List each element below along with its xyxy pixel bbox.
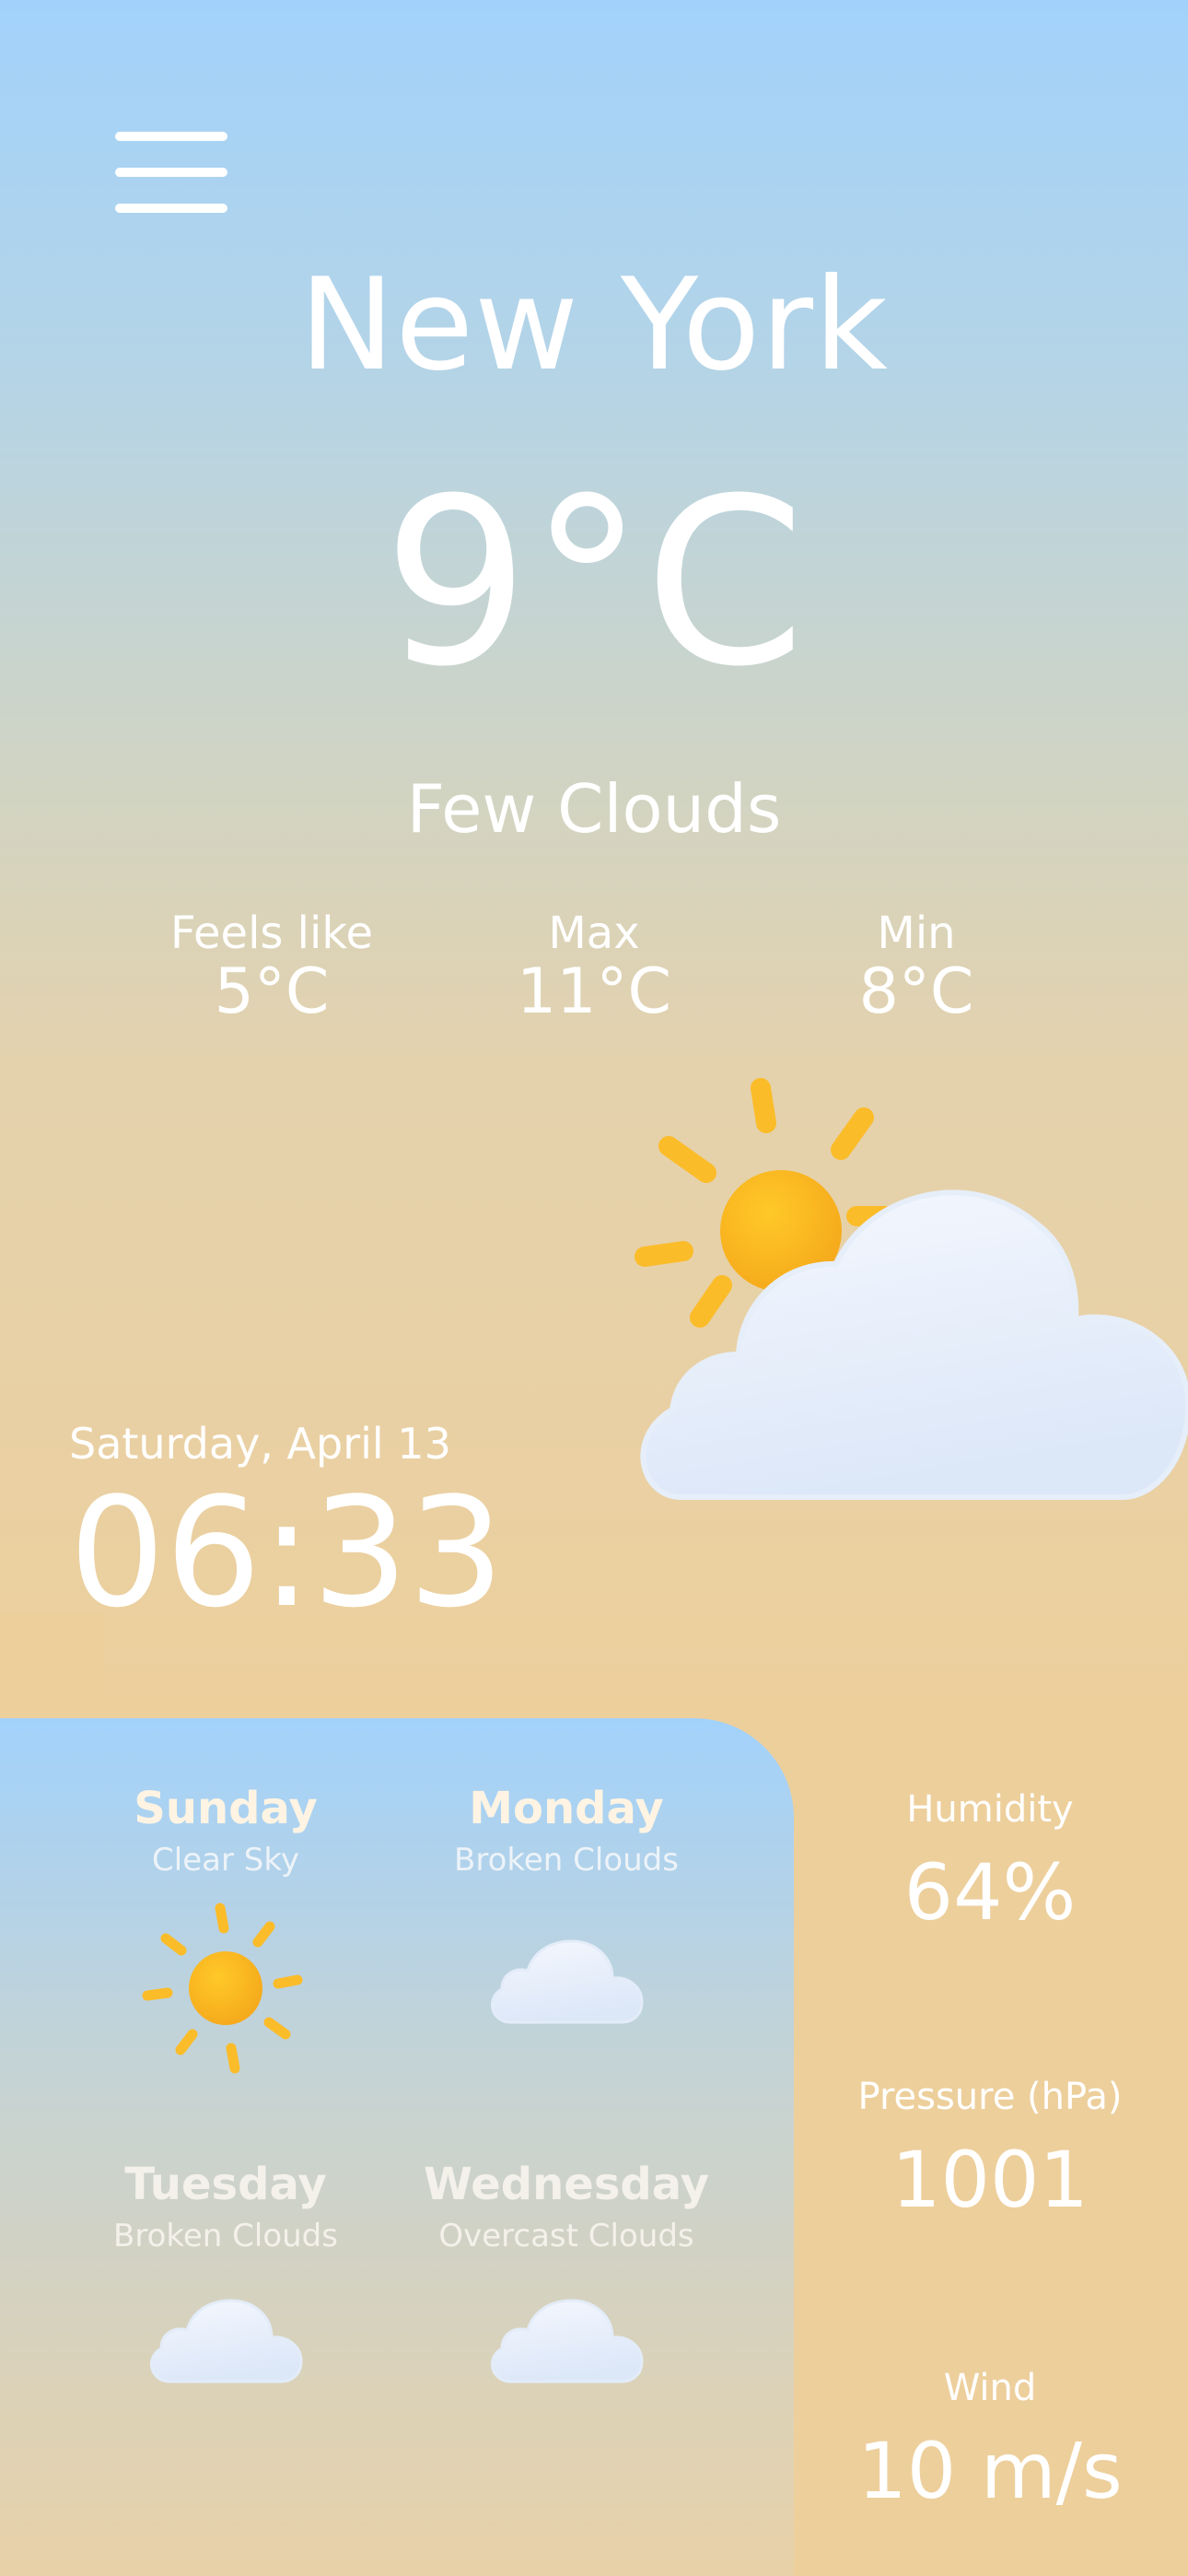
feels-like-label: Feels like <box>170 907 373 959</box>
max-temp-stat: Max 11°C <box>456 907 732 1025</box>
pressure-value: 1001 <box>891 2135 1089 2225</box>
partly-cloudy-icon <box>635 1078 1188 1500</box>
forecast-day-desc: Broken Clouds <box>113 2218 338 2254</box>
forecast-day-monday: Monday Broken Clouds <box>401 1783 732 2055</box>
humidity-metric: Humidity 64% <box>806 1787 1174 1938</box>
min-temp-value: 8°C <box>858 955 974 1028</box>
wind-label: Wind <box>943 2367 1037 2409</box>
feels-like-stat: Feels like 5°C <box>134 907 410 1025</box>
feels-like-value: 5°C <box>214 955 330 1028</box>
pressure-metric: Pressure (hPa) 1001 <box>806 2075 1174 2226</box>
forecast-day-name: Wednesday <box>423 2159 709 2210</box>
forecast-day-name: Sunday <box>134 1783 318 1834</box>
menu-icon[interactable] <box>115 132 227 213</box>
min-temp-stat: Min 8°C <box>778 907 1054 1025</box>
forecast-day-desc: Broken Clouds <box>454 1842 679 1879</box>
cloud-icon <box>491 2299 644 2383</box>
forecast-day-desc: Overcast Clouds <box>438 2218 694 2254</box>
forecast-day-sunday: Sunday Clear Sky <box>60 1783 391 2076</box>
humidity-label: Humidity <box>906 1788 1074 1831</box>
current-time: 06:33 <box>69 1465 505 1641</box>
city-name: New York <box>299 251 889 399</box>
forecast-day-desc: Clear Sky <box>152 1842 299 1879</box>
sun-icon <box>142 1903 303 2074</box>
humidity-value: 64% <box>903 1847 1077 1938</box>
wind-value: 10 m/s <box>857 2426 1123 2516</box>
forecast-day-wednesday: Wednesday Overcast Clouds <box>401 2159 732 2415</box>
forecast-day-name: Monday <box>469 1783 664 1834</box>
max-temp-label: Max <box>548 907 640 959</box>
forecast-day-tuesday: Tuesday Broken Clouds <box>60 2159 391 2415</box>
weather-condition: Few Clouds <box>406 770 782 848</box>
cloud-icon <box>491 1939 644 2024</box>
current-date: Saturday, April 13 <box>69 1419 451 1469</box>
min-temp-label: Min <box>877 907 956 959</box>
cloud-icon <box>150 2299 303 2383</box>
forecast-day-name: Tuesday <box>124 2159 327 2210</box>
max-temp-value: 11°C <box>516 955 671 1028</box>
current-temperature: 9°C <box>382 449 806 717</box>
pressure-label: Pressure (hPa) <box>857 2076 1123 2118</box>
wind-metric: Wind 10 m/s <box>806 2366 1174 2517</box>
